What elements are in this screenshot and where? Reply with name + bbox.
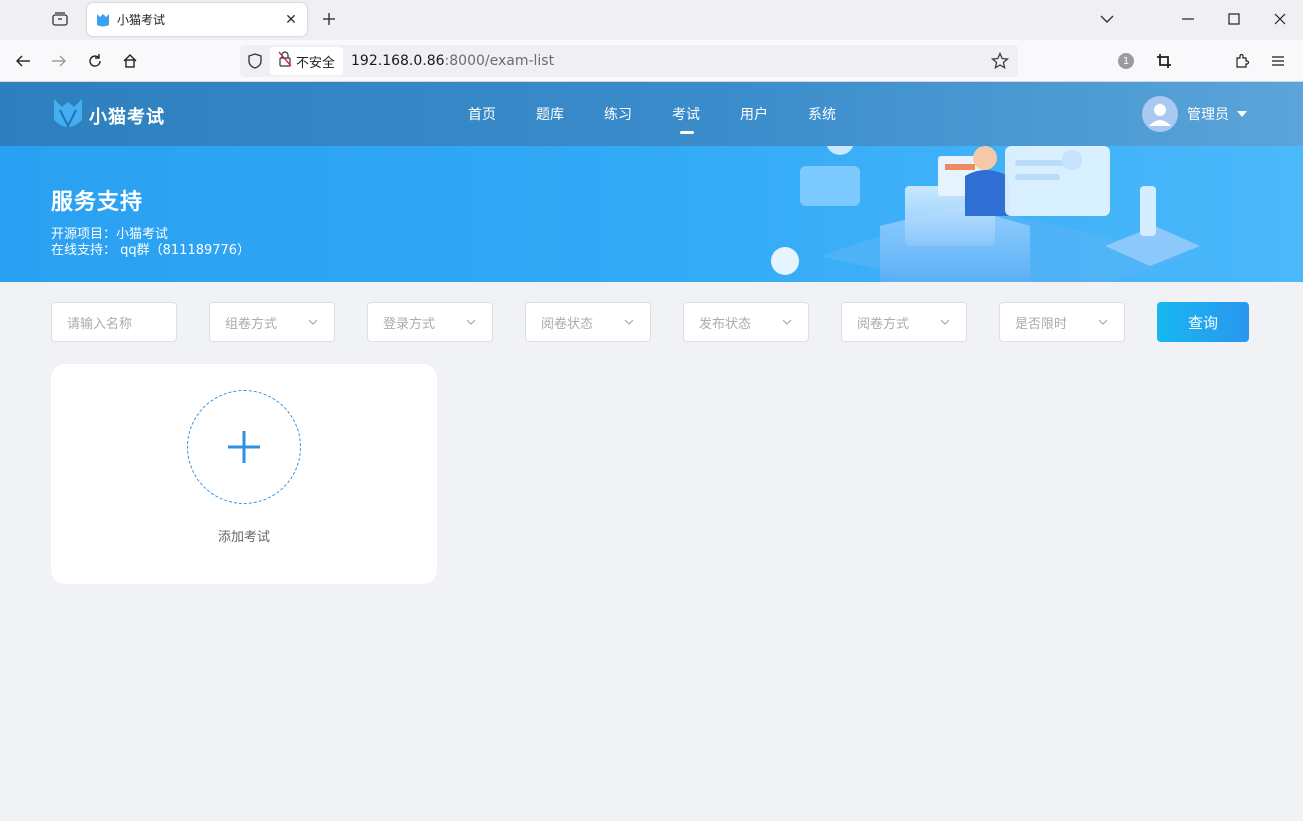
chevron-down-icon	[466, 319, 476, 325]
insecure-lock-icon	[278, 51, 292, 71]
chevron-down-icon	[782, 319, 792, 325]
caret-down-icon	[1237, 111, 1247, 117]
shield-icon[interactable]	[240, 45, 270, 77]
select-label: 是否限时	[1015, 316, 1068, 332]
extensions-icon[interactable]	[1230, 49, 1254, 73]
chevron-down-icon	[1098, 319, 1108, 325]
nav-label: 系统	[808, 107, 836, 123]
nav-label: 用户	[740, 107, 768, 123]
plus-icon	[228, 431, 260, 463]
nav-label: 考试	[672, 107, 700, 123]
cat-logo-icon	[51, 96, 85, 136]
forward-icon[interactable]	[47, 49, 71, 73]
url-path: :8000/exam-list	[444, 53, 555, 69]
logo-text: 小猫考试	[89, 107, 165, 128]
user-name: 管理员	[1187, 107, 1229, 123]
nav-label: 首页	[468, 107, 496, 123]
browser-tab[interactable]: 小猫考试 ✕	[87, 3, 307, 36]
banner-title: 服务支持	[51, 190, 144, 215]
window-close-icon[interactable]	[1257, 0, 1303, 38]
login-mode-select[interactable]: 登录方式	[367, 302, 493, 342]
select-label: 阅卷方式	[857, 316, 910, 332]
home-icon[interactable]	[118, 49, 142, 73]
back-icon[interactable]	[11, 49, 35, 73]
maximize-icon[interactable]	[1211, 0, 1257, 38]
menu-icon[interactable]	[1266, 49, 1290, 73]
crop-icon[interactable]	[1152, 49, 1176, 73]
minimize-icon[interactable]	[1165, 0, 1211, 38]
cat-logo-icon	[95, 12, 111, 28]
nav-label: 练习	[604, 107, 632, 123]
query-button[interactable]: 查询	[1157, 302, 1249, 342]
publish-status-select[interactable]: 发布状态	[683, 302, 809, 342]
extension-badge-count: 1	[1118, 53, 1134, 69]
reload-icon[interactable]	[83, 49, 107, 73]
add-exam-label: 添加考试	[217, 530, 270, 545]
add-exam-button[interactable]	[187, 390, 301, 504]
nav-item-system[interactable]: 系统	[808, 82, 876, 146]
nav-item-home[interactable]: 首页	[468, 82, 536, 146]
marking-status-select[interactable]: 阅卷状态	[525, 302, 651, 342]
service-banner: 服务支持 开源项目：小猫考试 在线支持： qq群（811189776）	[0, 146, 1303, 282]
close-icon[interactable]: ✕	[283, 12, 299, 28]
top-nav: 首页 题库 练习 考试 用户 系统	[468, 82, 876, 146]
url-bar[interactable]: 不安全 192.168.0.86:8000/exam-list	[240, 45, 1018, 77]
banner-support-line: 在线支持： qq群（811189776）	[51, 243, 251, 258]
name-search-input[interactable]: 请输入名称	[51, 302, 177, 342]
tab-list-icon[interactable]	[48, 8, 72, 30]
nav-item-user[interactable]: 用户	[740, 82, 808, 146]
tab-title: 小猫考试	[117, 13, 166, 27]
url-text[interactable]: 192.168.0.86:8000/exam-list	[351, 53, 554, 69]
url-host: 192.168.0.86	[351, 53, 445, 69]
bookmark-star-icon[interactable]	[990, 51, 1010, 71]
user-menu[interactable]: 管理员	[1142, 96, 1247, 132]
add-exam-card[interactable]: 添加考试	[51, 364, 437, 584]
nav-label: 题库	[536, 107, 564, 123]
chevron-down-icon[interactable]	[1097, 9, 1117, 29]
time-limit-select[interactable]: 是否限时	[999, 302, 1125, 342]
name-search-placeholder: 请输入名称	[67, 316, 133, 332]
avatar	[1142, 96, 1178, 132]
nav-item-question-bank[interactable]: 题库	[536, 82, 604, 146]
select-label: 登录方式	[383, 316, 436, 332]
new-tab-icon[interactable]	[318, 8, 340, 30]
chevron-down-icon	[940, 319, 950, 325]
browser-tabbar: 小猫考试 ✕	[0, 0, 1303, 40]
site-header: 小猫考试 首页 题库 练习 考试 用户 系统 管理员	[0, 82, 1303, 146]
extension-badge[interactable]: 1	[1114, 49, 1138, 73]
insecure-badge[interactable]: 不安全	[270, 47, 344, 75]
nav-item-exam[interactable]: 考试	[672, 82, 740, 146]
nav-item-practice[interactable]: 练习	[604, 82, 672, 146]
compose-mode-select[interactable]: 组卷方式	[209, 302, 335, 342]
browser-navbar: 不安全 192.168.0.86:8000/exam-list 1	[0, 40, 1303, 82]
chevron-down-icon	[308, 319, 318, 325]
chevron-down-icon	[624, 319, 634, 325]
marking-mode-select[interactable]: 阅卷方式	[841, 302, 967, 342]
select-label: 阅卷状态	[541, 316, 594, 332]
security-label: 不安全	[296, 55, 336, 71]
select-label: 发布状态	[699, 316, 752, 332]
select-label: 组卷方式	[225, 316, 278, 332]
site-logo[interactable]: 小猫考试	[51, 96, 165, 136]
support-illustration	[771, 146, 1200, 282]
